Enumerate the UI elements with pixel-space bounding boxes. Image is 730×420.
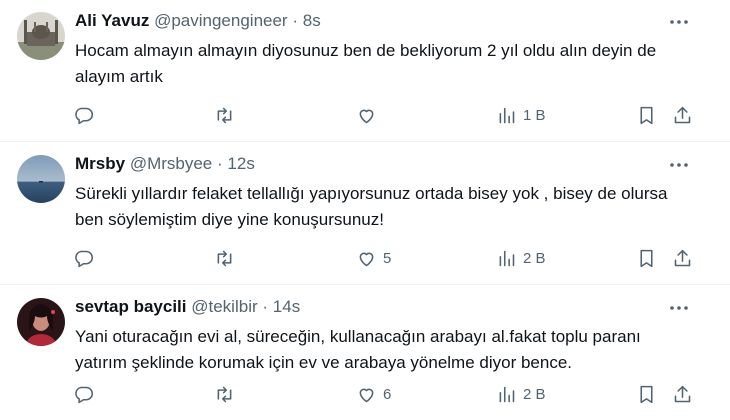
bookmark-button[interactable] xyxy=(636,246,657,270)
share-button[interactable] xyxy=(672,246,693,270)
share-icon xyxy=(674,106,691,123)
bookmark-button[interactable] xyxy=(636,103,657,127)
tweet-card[interactable]: Ali Yavuz @pavingengineer · 8s Hocam alm… xyxy=(0,0,730,142)
reply-icon xyxy=(75,386,94,403)
views-icon xyxy=(499,250,515,266)
display-name[interactable]: Ali Yavuz xyxy=(75,11,149,30)
bookmark-icon xyxy=(640,385,653,403)
tweet-card[interactable]: sevtap baycili @tekilbir · 14s Yani otur… xyxy=(0,286,730,420)
view-count: 2 B xyxy=(523,385,546,403)
action-bar: 5 2 B xyxy=(0,246,730,270)
tweet-header: sevtap baycili @tekilbir · 14s xyxy=(75,296,690,318)
retweet-button[interactable] xyxy=(214,382,235,406)
separator-dot: · xyxy=(217,154,223,173)
separator-dot: · xyxy=(292,11,299,30)
display-name[interactable]: Mrsby xyxy=(75,154,125,173)
avatar[interactable] xyxy=(17,298,65,346)
bookmark-icon xyxy=(640,106,653,124)
timestamp[interactable]: 8s xyxy=(303,11,321,30)
retweet-button[interactable] xyxy=(214,246,235,270)
views-icon xyxy=(499,386,515,402)
more-icon[interactable] xyxy=(668,299,690,317)
tweet-text: Sürekli yıllardır felaket tellallığı yap… xyxy=(75,184,668,229)
user-handle[interactable]: @pavingengineer xyxy=(154,11,288,30)
avatar[interactable] xyxy=(17,155,65,203)
tweet-header: Ali Yavuz @pavingengineer · 8s xyxy=(75,10,690,32)
retweet-icon xyxy=(217,386,232,402)
like-button[interactable] xyxy=(356,103,383,127)
bookmark-icon xyxy=(640,249,653,267)
separator-dot: · xyxy=(262,297,269,316)
share-icon xyxy=(674,385,691,402)
bookmark-button[interactable] xyxy=(636,382,657,406)
view-count: 2 B xyxy=(523,249,546,267)
reply-button[interactable] xyxy=(73,103,94,127)
tweet-feed: Ali Yavuz @pavingengineer · 8s Hocam alm… xyxy=(0,0,730,420)
reply-icon xyxy=(75,107,94,124)
like-icon xyxy=(359,388,374,402)
like-button[interactable]: 5 xyxy=(356,246,391,270)
like-icon xyxy=(359,252,374,266)
reply-button[interactable] xyxy=(73,246,94,270)
like-button[interactable]: 6 xyxy=(356,382,391,406)
tweet-text: Hocam almayın almayın diyosunuz ben de b… xyxy=(75,41,657,86)
share-button[interactable] xyxy=(672,382,693,406)
share-button[interactable] xyxy=(672,103,693,127)
reply-icon xyxy=(75,250,94,267)
retweet-icon xyxy=(217,250,232,266)
tweet-header: Mrsby @Mrsbyee · 12s xyxy=(75,153,690,175)
action-bar: 1 B xyxy=(0,103,730,127)
like-count: 5 xyxy=(383,249,392,267)
views-icon xyxy=(499,107,515,123)
views-button[interactable]: 2 B xyxy=(496,246,546,270)
view-count: 1 B xyxy=(523,106,546,124)
more-icon[interactable] xyxy=(668,156,690,174)
user-handle[interactable]: @tekilbir xyxy=(191,297,257,316)
more-icon[interactable] xyxy=(668,13,690,31)
avatar[interactable] xyxy=(17,12,65,60)
views-button[interactable]: 2 B xyxy=(496,382,546,406)
display-name[interactable]: sevtap baycili xyxy=(75,297,187,316)
tweet-card[interactable]: Mrsby @Mrsbyee · 12s Sürekli yıllardır f… xyxy=(0,143,730,285)
like-icon xyxy=(359,109,374,123)
tweet-text: Yani oturacağın evi al, süreceğin, kulla… xyxy=(75,327,641,372)
retweet-icon xyxy=(217,107,232,123)
user-handle[interactable]: @Mrsbyee xyxy=(130,154,212,173)
action-bar: 6 2 B xyxy=(0,382,730,406)
timestamp[interactable]: 14s xyxy=(273,297,300,316)
share-icon xyxy=(674,249,691,266)
views-button[interactable]: 1 B xyxy=(496,103,546,127)
retweet-button[interactable] xyxy=(214,103,235,127)
reply-button[interactable] xyxy=(73,382,94,406)
like-count: 6 xyxy=(383,385,392,403)
timestamp[interactable]: 12s xyxy=(227,154,254,173)
